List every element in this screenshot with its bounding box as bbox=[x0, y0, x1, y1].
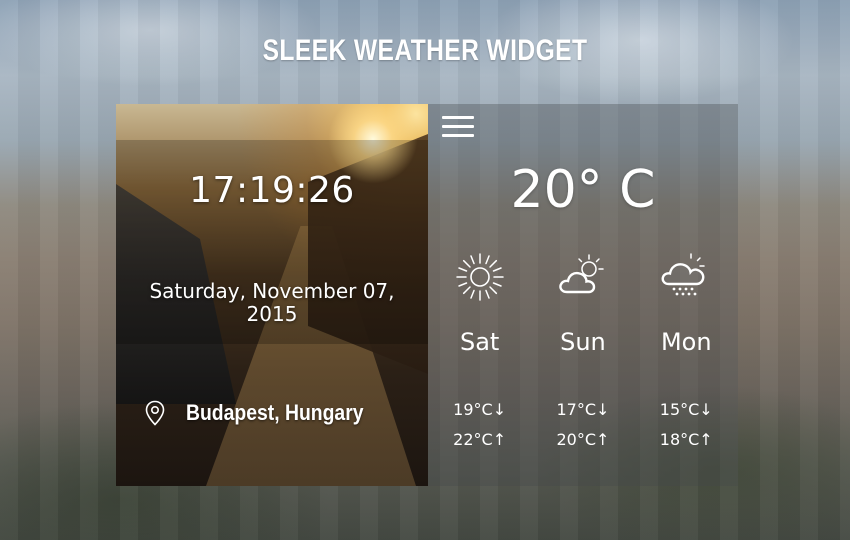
forecast-panel: 20° C Sat 19°C↓ 22°C↑ Sun 17°C↓ 20°C↑ Mo… bbox=[428, 104, 738, 486]
map-pin-icon bbox=[145, 400, 165, 426]
forecast-day-name: Sat bbox=[459, 328, 500, 356]
forecast-day-sun: Sun 17°C↓ 20°C↑ bbox=[531, 250, 634, 449]
location: Budapest, Hungary bbox=[144, 400, 388, 426]
sun-icon bbox=[455, 253, 504, 301]
forecast-high: 18°C↑ bbox=[659, 430, 713, 449]
weather-widget: 17:19:26 Saturday, November 07, 2015 Bud… bbox=[116, 104, 738, 486]
page-title: SLEEK WEATHER WIDGET bbox=[262, 34, 588, 67]
forecast-day-name: Mon bbox=[660, 328, 712, 356]
hamburger-menu-icon[interactable] bbox=[442, 116, 474, 138]
forecast-high: 20°C↑ bbox=[556, 430, 610, 449]
date: Saturday, November 07, 2015 bbox=[149, 279, 395, 326]
forecast-low: 17°C↓ bbox=[556, 400, 610, 419]
clock: 17:19:26 bbox=[189, 170, 355, 211]
forecast-list: Sat 19°C↓ 22°C↑ Sun 17°C↓ 20°C↑ Mon 15°C… bbox=[428, 250, 738, 449]
forecast-day-name: Sun bbox=[560, 328, 606, 356]
forecast-day-mon: Mon 15°C↓ 18°C↑ bbox=[635, 250, 738, 449]
cloud-rain-sun-icon bbox=[661, 253, 705, 296]
current-temperature: 20° C bbox=[510, 160, 656, 220]
location-text: Budapest, Hungary bbox=[186, 400, 364, 425]
forecast-low: 19°C↓ bbox=[453, 400, 507, 419]
forecast-high: 22°C↑ bbox=[453, 430, 507, 449]
forecast-day-sat: Sat 19°C↓ 22°C↑ bbox=[428, 250, 531, 449]
forecast-low: 15°C↓ bbox=[659, 400, 713, 419]
photo-panel: 17:19:26 Saturday, November 07, 2015 Bud… bbox=[116, 104, 428, 486]
partly-cloudy-icon bbox=[559, 254, 604, 294]
